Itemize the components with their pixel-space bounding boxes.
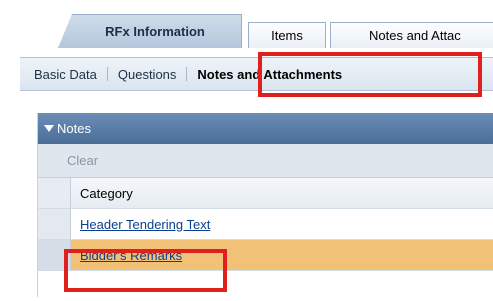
notes-panel-header[interactable]: Notes <box>38 113 493 144</box>
tab-items[interactable]: Items <box>248 22 326 48</box>
tab-notes-and-attachments[interactable]: Notes and Attac <box>330 22 493 48</box>
select-all-cell[interactable] <box>38 178 71 208</box>
notes-panel-title: Notes <box>57 121 91 136</box>
main-tab-strip: RFx Information Items Notes and Attac <box>0 14 493 48</box>
notes-toolbar: Clear <box>38 144 493 178</box>
clear-button[interactable]: Clear <box>67 153 98 168</box>
table-header-row: Category <box>38 178 493 209</box>
subtab-basic-data[interactable]: Basic Data <box>34 67 97 82</box>
subtab-separator <box>186 67 188 81</box>
row-selector[interactable] <box>38 209 71 239</box>
table-row[interactable]: Header Tendering Text <box>38 209 493 240</box>
collapse-triangle-icon[interactable] <box>44 125 54 132</box>
subtab-separator <box>106 67 108 81</box>
highlight-box-subtab <box>258 52 482 97</box>
highlight-box-row <box>64 249 227 292</box>
subtab-questions[interactable]: Questions <box>118 67 177 82</box>
tab-rfx-information[interactable]: RFx Information <box>58 14 242 48</box>
header-tendering-text-link[interactable]: Header Tendering Text <box>80 217 210 232</box>
column-header-category[interactable]: Category <box>71 178 493 208</box>
